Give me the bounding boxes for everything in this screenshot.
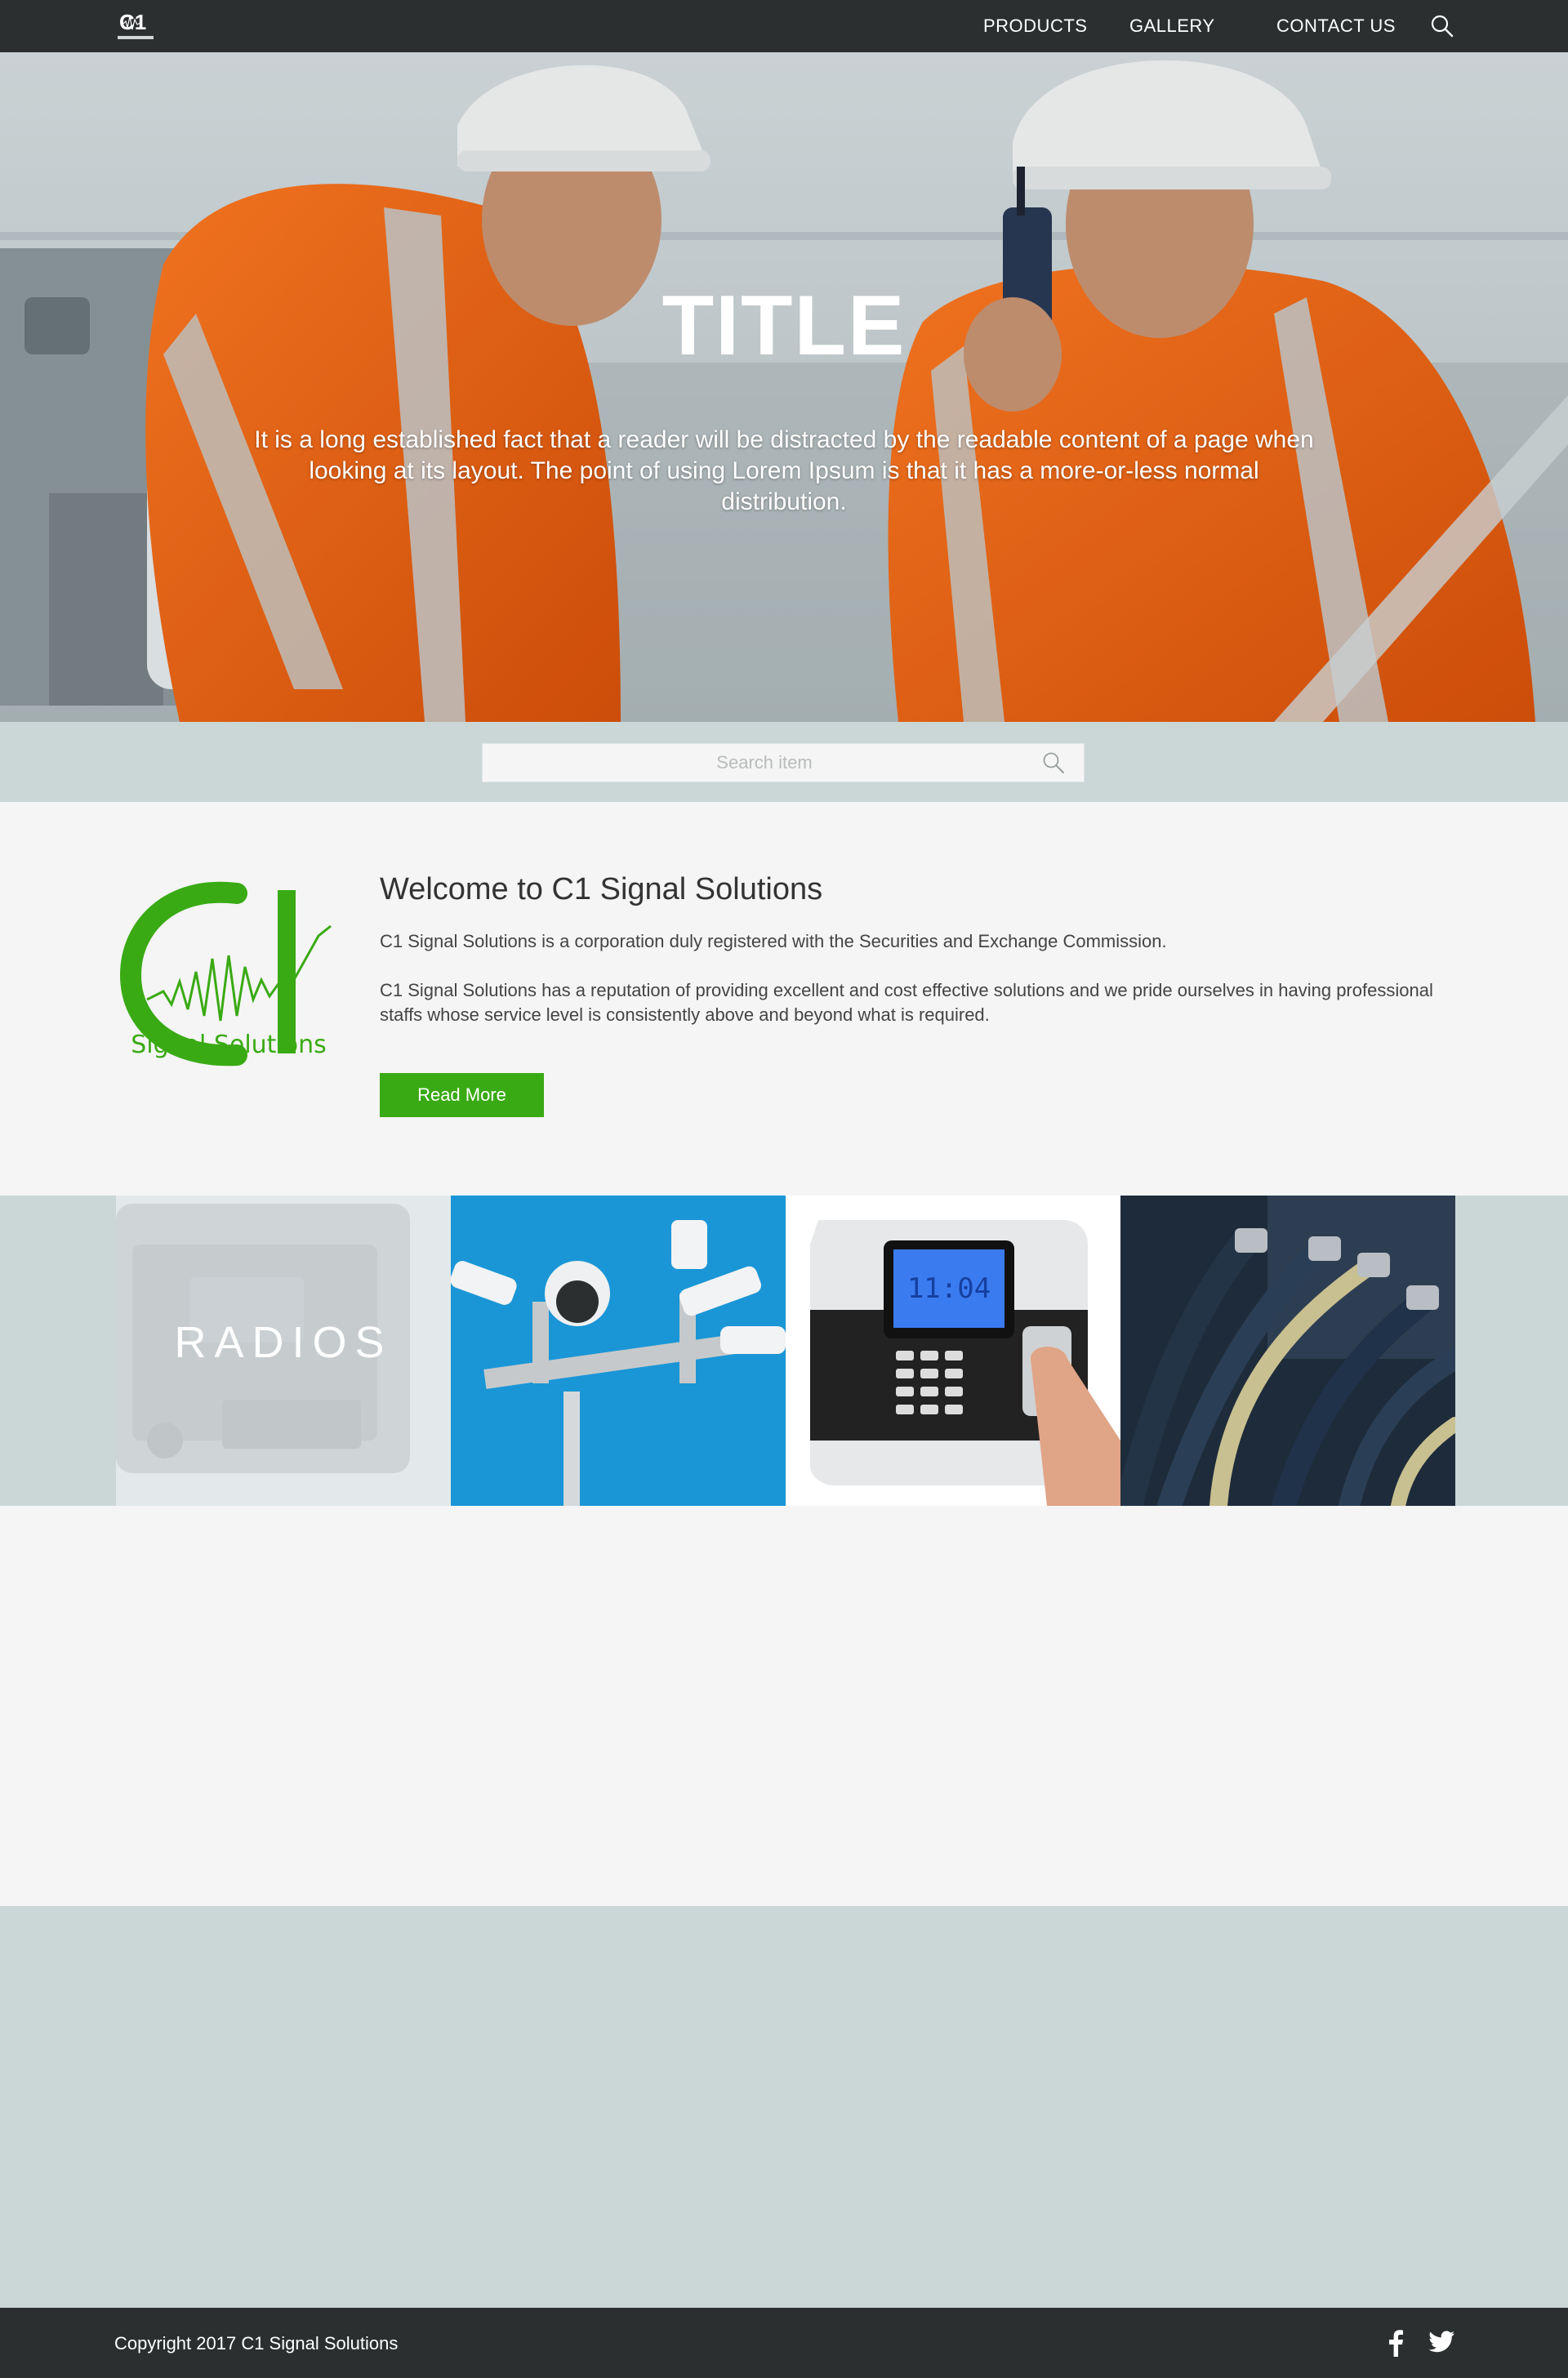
category-tile-cctv[interactable]: [451, 1196, 786, 1506]
welcome-paragraph-1: C1 Signal Solutions is a corporation dul…: [380, 931, 1167, 951]
logo-caption: Signal Solutions: [131, 1031, 327, 1059]
nav-products[interactable]: PRODUCTS: [983, 15, 1087, 38]
category-tile-radios[interactable]: RADIOS: [116, 1196, 451, 1506]
category-strip: RADIOS 11:04: [0, 1196, 1568, 1506]
cctv-image: [451, 1196, 786, 1506]
svg-text:C1: C1: [119, 10, 146, 34]
biometric-image: 11:04: [786, 1196, 1120, 1506]
footer: Copyright 2017 C1 Signal Solutions: [0, 2308, 1568, 2378]
twitter-icon[interactable]: [1429, 2331, 1455, 2354]
category-tile-cables[interactable]: [1120, 1196, 1455, 1506]
search-band: [0, 722, 1568, 802]
welcome-paragraph-2: C1 Signal Solutions has a reputation of …: [380, 980, 1433, 1025]
copyright-text: Copyright 2017 C1 Signal Solutions: [114, 2333, 399, 2354]
facebook-icon[interactable]: [1387, 2329, 1405, 2357]
c1-signal-solutions-logo: Signal Solutions: [114, 877, 343, 1073]
welcome-title: Welcome to C1 Signal Solutions: [380, 872, 823, 906]
footer-band: [0, 1906, 1568, 2308]
svg-text:11:04: 11:04: [907, 1272, 991, 1305]
search-icon[interactable]: [1429, 13, 1455, 39]
search-input[interactable]: [483, 744, 1046, 782]
nav-contact-us[interactable]: CONTACT US: [1276, 15, 1396, 38]
hero-banner: TITLE It is a long established fact that…: [0, 52, 1568, 722]
top-navbar: C1 PRODUCTS GALLERY CONTACT US: [0, 0, 1568, 52]
cables-image: [1120, 1196, 1455, 1506]
welcome-section: Signal Solutions Welcome to C1 Signal So…: [0, 802, 1568, 1196]
category-tile-biometric[interactable]: 11:04: [786, 1196, 1120, 1506]
hero-background-image: [0, 52, 1568, 722]
search-bar: [482, 743, 1085, 782]
content-area: [0, 1506, 1568, 1906]
hero-subtitle: It is a long established fact that a rea…: [254, 426, 1314, 515]
site-logo[interactable]: C1: [116, 7, 157, 44]
nav-gallery[interactable]: GALLERY: [1129, 15, 1215, 38]
read-more-button[interactable]: Read More: [380, 1073, 544, 1117]
search-icon[interactable]: [1041, 750, 1066, 775]
category-label-radios: RADIOS: [174, 1318, 393, 1367]
hero-title: TITLE: [662, 278, 906, 373]
